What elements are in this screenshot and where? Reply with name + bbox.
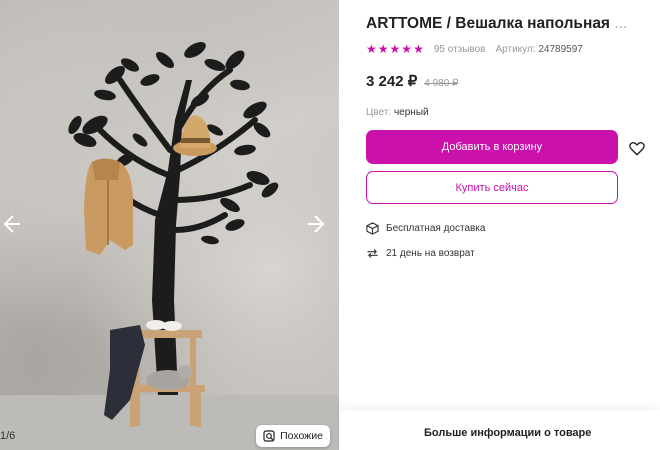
color-info: Цвет: черный — [366, 107, 429, 118]
buy-now-button[interactable]: Купить сейчас — [366, 171, 618, 204]
product-photo[interactable]: 1/6 Похожие — [0, 0, 339, 450]
favorite-heart-icon[interactable] — [628, 139, 646, 157]
return-policy-feature: 21 день на возврат — [366, 247, 475, 260]
star-icon: ★ — [413, 42, 424, 56]
box-icon — [366, 222, 379, 235]
star-icon: ★ — [366, 42, 377, 56]
similar-button[interactable]: Похожие — [256, 425, 330, 447]
old-price: 4 980 ₽ — [424, 78, 459, 89]
image-search-icon — [263, 430, 275, 442]
current-price: 3 242 ₽ — [366, 73, 418, 90]
product-title-text: ARTTOME / Вешалка напольная — [366, 15, 610, 32]
free-delivery-feature: Бесплатная доставка — [366, 222, 485, 235]
free-delivery-text: Бесплатная доставка — [386, 223, 486, 234]
article-value: 24789597 — [538, 43, 583, 55]
article-label: Артикул: — [495, 43, 536, 55]
star-icon: ★ — [377, 42, 389, 56]
more-info-bar[interactable]: Больше информации о товаре — [339, 410, 660, 450]
next-image-arrow-icon[interactable] — [306, 212, 330, 236]
prev-image-arrow-icon[interactable] — [0, 212, 22, 236]
add-to-cart-button[interactable]: Добавить в корзину — [366, 130, 618, 164]
return-policy-text: 21 день на возврат — [386, 248, 475, 259]
star-icon: ★ — [389, 42, 401, 56]
star-icon: ★ — [401, 42, 413, 56]
color-value: черный — [393, 107, 429, 118]
color-label: Цвет: — [366, 107, 392, 118]
tree-hanger-image — [0, 42, 339, 450]
price-block: 3 242 ₽ 4 980 ₽ — [366, 72, 458, 90]
rating-stars[interactable]: ★ ★ ★ ★ ★ — [366, 43, 424, 55]
title-ellipsis: ... — [614, 15, 628, 32]
product-title: ARTTOME / Вешалка напольная ... — [366, 15, 656, 33]
product-meta: ★ ★ ★ ★ ★ 95 отзывов Артикул: 24789597 — [366, 42, 583, 56]
similar-label: Похожие — [280, 430, 323, 442]
reviews-link[interactable]: 95 отзывов — [434, 44, 486, 55]
return-arrows-icon — [367, 249, 378, 258]
more-info-text: Больше информации о товаре — [424, 427, 592, 439]
image-counter: 1/6 — [0, 430, 16, 442]
